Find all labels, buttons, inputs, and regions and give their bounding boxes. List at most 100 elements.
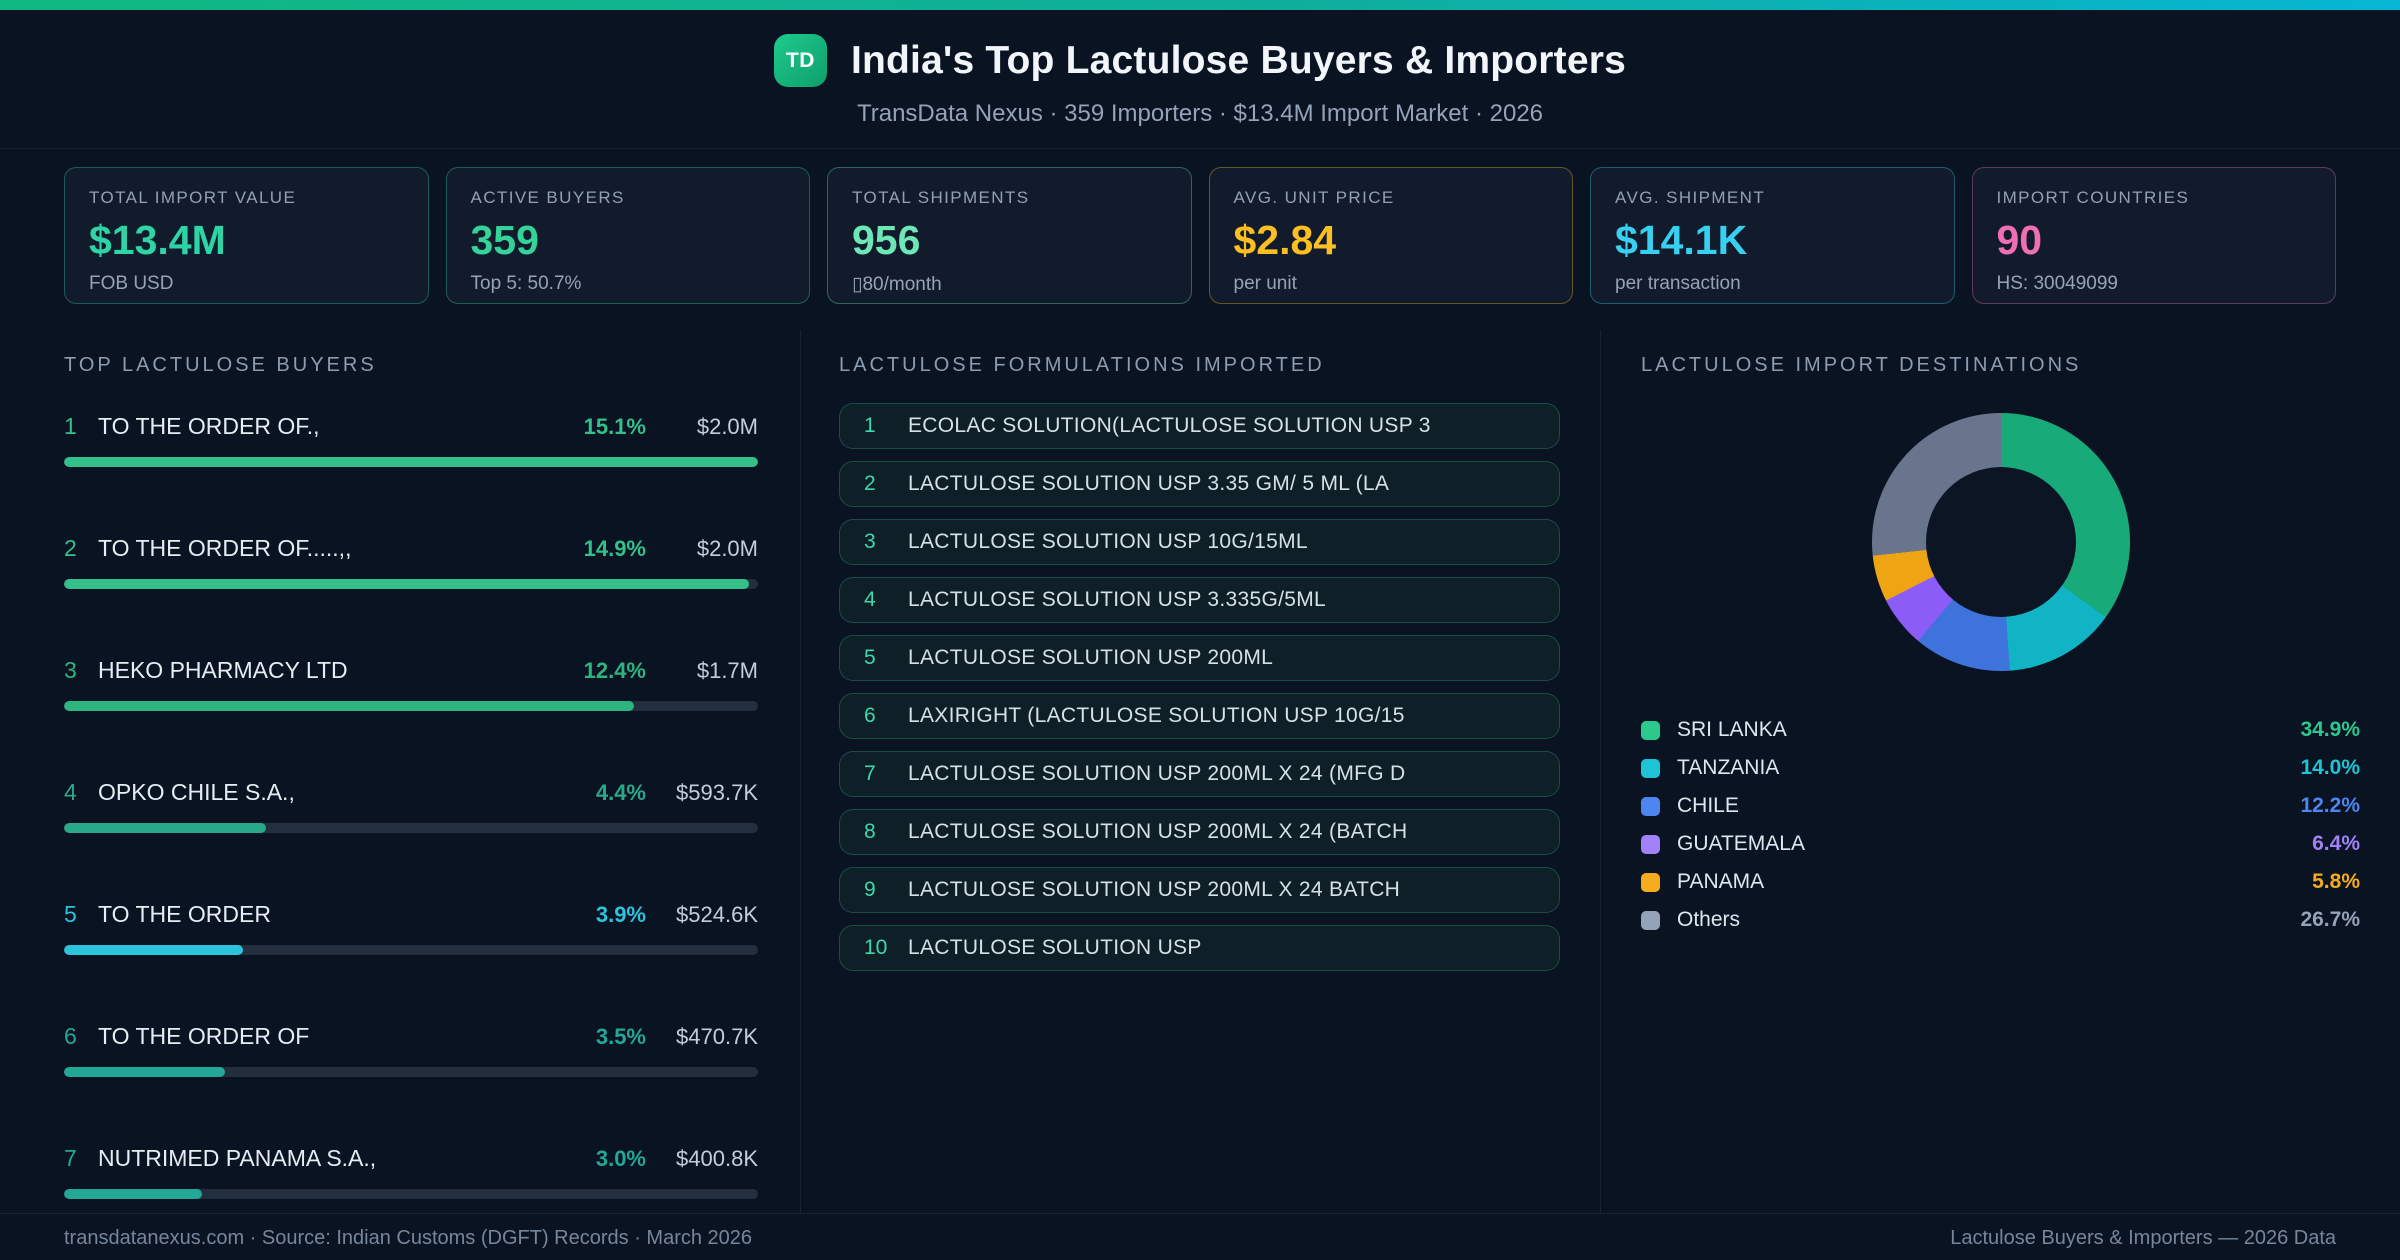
formulation-rank: 8 xyxy=(864,820,876,843)
buyer-bar-fill xyxy=(64,457,758,467)
donut-hole xyxy=(1925,467,2076,617)
dashboard: TD India's Top Lactulose Buyers & Import… xyxy=(0,0,2400,1260)
formulation-name: LACTULOSE SOLUTION USP xyxy=(908,936,1202,959)
formulation-item: 10 LACTULOSE SOLUTION USP xyxy=(839,925,1560,971)
buyers-panel: TOP LACTULOSE BUYERS 1 TO THE ORDER OF.,… xyxy=(0,330,800,1213)
buyer-bar-track xyxy=(64,945,758,955)
buyer-name: HEKO PHARMACY LTD xyxy=(98,657,348,683)
legend-label: SRI LANKA xyxy=(1677,718,1787,741)
buyer-row: 5 TO THE ORDER 3.9% $524.6K xyxy=(64,901,758,955)
stat-subtext: Top 5: 50.7% xyxy=(470,273,582,294)
legend-swatch xyxy=(1641,872,1660,892)
legend-percent: 14.0% xyxy=(2300,756,2360,779)
formulation-name: LACTULOSE SOLUTION USP 10G/15ML xyxy=(908,530,1308,553)
formulation-name: LAXIRIGHT (LACTULOSE SOLUTION USP 10G/15 xyxy=(908,704,1405,727)
top-accent-bar xyxy=(0,0,2400,10)
formulation-name: ECOLAC SOLUTION(LACTULOSE SOLUTION USP 3 xyxy=(908,414,1431,437)
buyer-bar-fill xyxy=(64,1067,225,1077)
stat-value: 956 xyxy=(852,217,921,263)
buyer-bar-fill xyxy=(64,945,244,955)
legend-swatch xyxy=(1641,758,1660,778)
stat-label: TOTAL SHIPMENTS xyxy=(852,188,1030,207)
buyer-line: 6 TO THE ORDER OF 3.5% $470.7K xyxy=(64,1023,758,1050)
footer-note: Lactulose Buyers & Importers — 2026 Data xyxy=(1950,1227,2336,1249)
brand-logo: TD xyxy=(773,34,827,87)
formulation-item: 6 LAXIRIGHT (LACTULOSE SOLUTION USP 10G/… xyxy=(839,693,1560,739)
formulation-rank: 7 xyxy=(864,762,876,785)
stat-label: AVG. UNIT PRICE xyxy=(1233,188,1395,207)
stats-row: TOTAL IMPORT VALUE $13.4M FOB USD ACTIVE… xyxy=(64,167,2336,304)
buyer-share: 4.4% xyxy=(595,780,646,805)
stat-value: $2.84 xyxy=(1233,217,1337,263)
formulation-item: 4 LACTULOSE SOLUTION USP 3.335G/5ML xyxy=(839,577,1560,623)
stat-subtext: ▯80/month xyxy=(852,274,942,295)
buyer-share: 14.9% xyxy=(583,536,646,561)
buyer-rank: 6 xyxy=(64,1023,77,1049)
legend-percent: 6.4% xyxy=(2312,832,2360,855)
legend-row: CHILE 12.2% xyxy=(1641,787,2360,825)
buyer-line: 1 TO THE ORDER OF., 15.1% $2.0M xyxy=(64,413,758,440)
buyer-rank: 1 xyxy=(64,413,77,439)
buyer-bar-track xyxy=(64,701,758,711)
stat-value: $14.1K xyxy=(1615,217,1748,263)
buyer-share: 15.1% xyxy=(583,414,646,439)
buyer-bar-fill xyxy=(64,1189,203,1199)
stat-value: 359 xyxy=(470,217,539,263)
page-title: India's Top Lactulose Buyers & Importers xyxy=(850,38,1627,82)
buyer-row: 3 HEKO PHARMACY LTD 12.4% $1.7M xyxy=(64,657,758,711)
buyer-value: $400.8K xyxy=(676,1146,758,1171)
formulation-name: LACTULOSE SOLUTION USP 200ML X 24 (BATCH xyxy=(908,820,1408,843)
formulation-item: 8 LACTULOSE SOLUTION USP 200ML X 24 (BAT… xyxy=(839,809,1560,855)
legend-row: GUATEMALA 6.4% xyxy=(1641,825,2360,863)
buyer-row: 4 OPKO CHILE S.A., 4.4% $593.7K xyxy=(64,779,758,833)
stat-subtext: per unit xyxy=(1233,273,1297,294)
legend-percent: 5.8% xyxy=(2312,870,2360,893)
buyers-list: 1 TO THE ORDER OF., 15.1% $2.0M 2 TO THE… xyxy=(64,413,758,1199)
formulation-name: LACTULOSE SOLUTION USP 200ML xyxy=(908,646,1274,669)
buyer-bar-track xyxy=(64,823,758,833)
buyer-share: 12.4% xyxy=(583,658,646,683)
buyer-row: 7 NUTRIMED PANAMA S.A., 3.0% $400.8K xyxy=(64,1145,758,1199)
legend-row: Others 26.7% xyxy=(1641,901,2360,939)
page-subtitle: TransData Nexus · 359 Importers · $13.4M… xyxy=(856,100,1544,127)
title-row: TD India's Top Lactulose Buyers & Import… xyxy=(0,34,2400,87)
buyer-line: 2 TO THE ORDER OF.....,, 14.9% $2.0M xyxy=(64,535,758,562)
buyer-line: 5 TO THE ORDER 3.9% $524.6K xyxy=(64,901,758,928)
buyer-rank: 3 xyxy=(64,657,77,683)
main-content: TOP LACTULOSE BUYERS 1 TO THE ORDER OF.,… xyxy=(0,330,2400,1213)
donut-wrap xyxy=(1641,413,2360,671)
legend-label: PANAMA xyxy=(1677,870,1765,893)
legend-label: Others xyxy=(1677,908,1741,931)
formulation-item: 2 LACTULOSE SOLUTION USP 3.35 GM/ 5 ML (… xyxy=(839,461,1560,507)
stat-card: ACTIVE BUYERS 359 Top 5: 50.7% xyxy=(445,167,810,304)
buyer-name: TO THE ORDER OF xyxy=(98,1023,310,1049)
buyer-value: $593.7K xyxy=(676,780,758,805)
formulation-item: 1 ECOLAC SOLUTION(LACTULOSE SOLUTION USP… xyxy=(839,403,1560,449)
stat-label: AVG. SHIPMENT xyxy=(1615,188,1766,207)
footer: transdatanexus.com · Source: Indian Cust… xyxy=(0,1213,2400,1260)
buyer-bar-track xyxy=(64,457,758,467)
buyer-bar-fill xyxy=(64,823,266,833)
buyer-name: TO THE ORDER OF.....,, xyxy=(98,535,352,561)
destinations-heading: LACTULOSE IMPORT DESTINATIONS xyxy=(1641,354,2082,376)
buyer-name: NUTRIMED PANAMA S.A., xyxy=(98,1145,377,1171)
formulation-name: LACTULOSE SOLUTION USP 200ML X 24 BATCH xyxy=(908,878,1401,901)
buyer-row: 6 TO THE ORDER OF 3.5% $470.7K xyxy=(64,1023,758,1077)
buyer-value: $524.6K xyxy=(676,902,758,927)
stat-card: IMPORT COUNTRIES 90 HS: 30049099 xyxy=(1971,167,2336,304)
formulation-item: 7 LACTULOSE SOLUTION USP 200ML X 24 (MFG… xyxy=(839,751,1560,797)
stat-subtext: HS: 30049099 xyxy=(1996,273,2119,294)
donut-legend: SRI LANKA 34.9% TANZANIA 14.0% CHILE 12.… xyxy=(1641,711,2360,939)
buyer-name: TO THE ORDER xyxy=(98,901,271,927)
legend-row: PANAMA 5.8% xyxy=(1641,863,2360,901)
formulation-item: 5 LACTULOSE SOLUTION USP 200ML xyxy=(839,635,1560,681)
buyer-rank: 7 xyxy=(64,1145,77,1171)
formulations-list: 1 ECOLAC SOLUTION(LACTULOSE SOLUTION USP… xyxy=(839,403,1560,971)
formulation-name: LACTULOSE SOLUTION USP 3.35 GM/ 5 ML (LA xyxy=(908,472,1390,495)
buyer-share: 3.0% xyxy=(595,1146,646,1171)
formulation-name: LACTULOSE SOLUTION USP 200ML X 24 (MFG D xyxy=(908,762,1406,785)
stat-label: TOTAL IMPORT VALUE xyxy=(89,188,297,207)
buyer-line: 7 NUTRIMED PANAMA S.A., 3.0% $400.8K xyxy=(64,1145,758,1172)
legend-swatch xyxy=(1641,720,1660,740)
buyer-value: $470.7K xyxy=(676,1024,758,1049)
